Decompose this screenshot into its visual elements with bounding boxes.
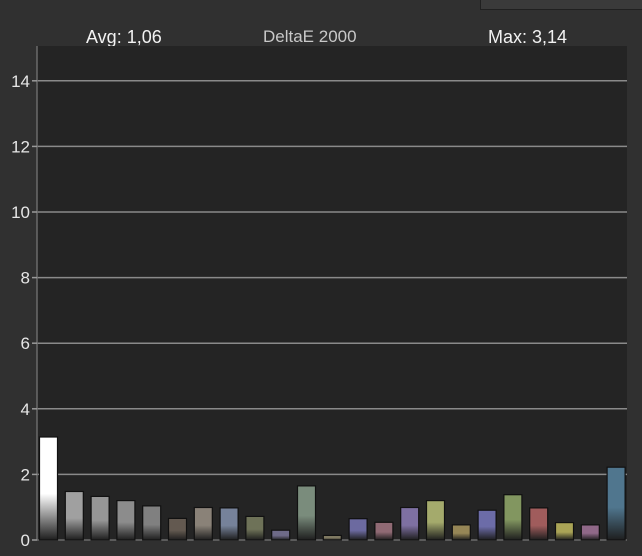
bar-3 bbox=[90, 495, 110, 541]
bar-23 bbox=[606, 466, 626, 541]
bar-7 bbox=[193, 506, 213, 541]
bar-chart: 0 2 4 6 8 10 12 14 bbox=[11, 46, 627, 550]
bar-11 bbox=[296, 485, 317, 541]
bar-19 bbox=[503, 494, 523, 541]
bar-17 bbox=[451, 524, 471, 541]
plot-area bbox=[37, 46, 627, 540]
bar-13 bbox=[348, 518, 368, 541]
bar-8 bbox=[219, 507, 239, 541]
bar-1 bbox=[38, 436, 59, 541]
y-tick-label-8: 8 bbox=[21, 269, 30, 288]
bar-12 bbox=[322, 534, 342, 541]
bar-16 bbox=[425, 500, 446, 541]
y-tick-label-10: 10 bbox=[11, 203, 30, 222]
bar-20 bbox=[529, 507, 549, 541]
bar-5 bbox=[142, 505, 162, 541]
deltae-chart-window: Avg: 1,06 DeltaE 2000 Max: 3,14 0 2 4 6 8 10 1… bbox=[0, 0, 642, 556]
y-tick-label-4: 4 bbox=[21, 400, 30, 419]
y-tick-label-2: 2 bbox=[21, 465, 30, 484]
y-tick-label-14: 14 bbox=[11, 72, 30, 91]
bar-18 bbox=[477, 509, 497, 541]
y-tick-label-6: 6 bbox=[21, 334, 30, 353]
bar-15 bbox=[400, 506, 420, 541]
bar-9 bbox=[245, 515, 265, 541]
bar-22 bbox=[580, 524, 600, 541]
bar-6 bbox=[167, 517, 188, 541]
bar-14 bbox=[374, 521, 394, 541]
bar-2 bbox=[64, 490, 84, 541]
y-tick-label-0: 0 bbox=[21, 531, 30, 550]
bar-4 bbox=[116, 500, 136, 541]
bar-10 bbox=[271, 529, 291, 541]
bar-21 bbox=[554, 521, 575, 541]
y-tick-label-12: 12 bbox=[11, 137, 30, 156]
